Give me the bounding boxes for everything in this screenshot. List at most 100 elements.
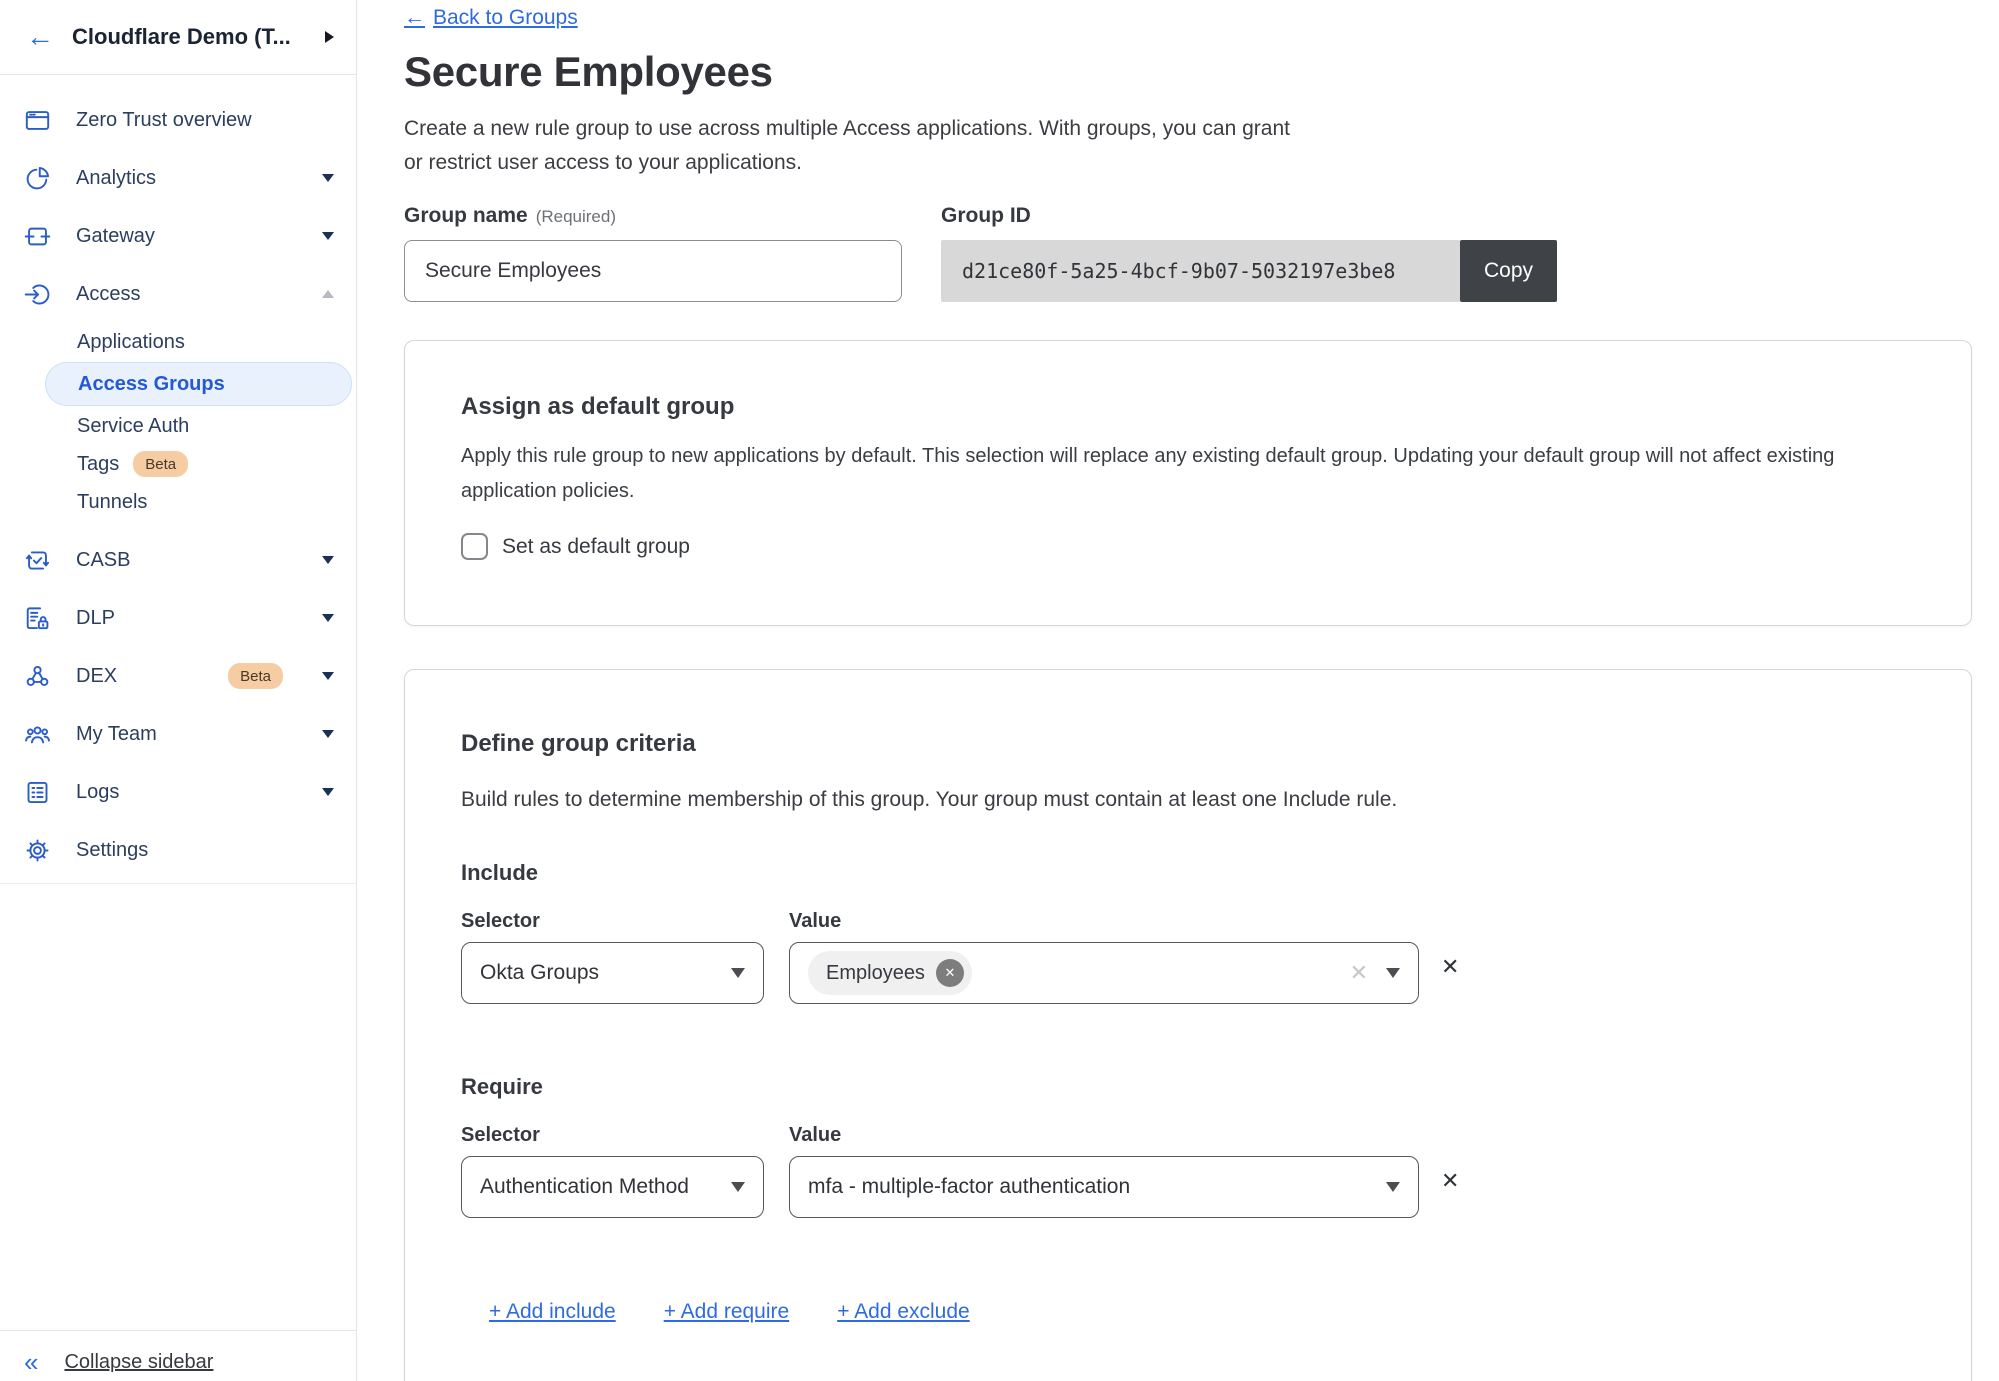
group-name-label: Group name: [404, 204, 528, 227]
value-chip: Employees ✕: [808, 951, 972, 995]
team-icon: [24, 721, 51, 748]
sidebar-item-label: Tunnels: [77, 491, 147, 514]
chevron-right-icon[interactable]: [325, 31, 334, 43]
double-chevron-left-icon: «: [24, 1349, 38, 1375]
include-selector-dropdown[interactable]: Okta Groups: [461, 942, 764, 1004]
sidebar-item-my-team[interactable]: My Team: [0, 705, 356, 763]
sidebar-header: ← Cloudflare Demo (T...: [0, 0, 356, 75]
sidebar-item-label: DEX: [76, 665, 203, 688]
default-group-description-line: Apply this rule group to new application…: [461, 439, 1915, 474]
add-exclude-link[interactable]: + Add exclude: [837, 1300, 970, 1324]
require-rule-row: Authentication Method mfa - multiple-fac…: [461, 1156, 1915, 1218]
sidebar-item-gateway[interactable]: Gateway: [0, 207, 356, 265]
sidebar-item-logs[interactable]: Logs: [0, 763, 356, 821]
copy-button[interactable]: Copy: [1460, 240, 1557, 302]
add-include-link[interactable]: + Add include: [489, 1300, 616, 1324]
sidebar-item-label: Service Auth: [77, 415, 189, 438]
sidebar: ← Cloudflare Demo (T... Zero Trust overv…: [0, 0, 357, 1381]
back-arrow-icon[interactable]: ←: [26, 23, 54, 51]
sidebar-item-label: DLP: [76, 607, 297, 630]
remove-include-rule-icon[interactable]: ✕: [1441, 954, 1459, 980]
nodes-cluster-icon: [24, 663, 51, 690]
window-icon: [24, 107, 51, 134]
include-heading: Include: [461, 860, 1915, 886]
sidebar-item-access-groups[interactable]: Access Groups: [45, 362, 352, 406]
chevron-down-icon: [731, 968, 745, 978]
chevron-down-icon: [1386, 1182, 1400, 1192]
chip-remove-icon[interactable]: ✕: [936, 959, 964, 987]
back-to-groups-link[interactable]: ← Back to Groups: [404, 6, 578, 30]
require-heading: Require: [461, 1074, 1915, 1100]
require-selector-dropdown[interactable]: Authentication Method: [461, 1156, 764, 1218]
access-sub-list: Applications Access Groups Service Auth …: [0, 323, 356, 521]
sidebar-item-label: My Team: [76, 723, 297, 746]
sidebar-item-analytics[interactable]: Analytics: [0, 149, 356, 207]
require-selector-label: Selector: [461, 1124, 789, 1147]
sidebar-item-service-auth[interactable]: Service Auth: [0, 407, 356, 445]
main-content: ← Back to Groups Secure Employees Create…: [357, 0, 1999, 1381]
sidebar-item-tags[interactable]: Tags Beta: [0, 445, 356, 483]
sidebar-item-label: CASB: [76, 549, 297, 572]
chevron-down-icon: [322, 672, 334, 680]
group-form-row: Group name (Required) Group ID d21ce80f-5…: [404, 204, 1972, 302]
sidebar-item-tunnels[interactable]: Tunnels: [0, 483, 356, 521]
chevron-down-icon: [322, 730, 334, 738]
value-chip-label: Employees: [826, 962, 925, 985]
require-value-label: Value: [789, 1124, 841, 1147]
group-id-value: d21ce80f-5a25-4bcf-9b07-5032197e3be8: [941, 240, 1460, 302]
sidebar-item-access[interactable]: Access: [0, 265, 356, 323]
sidebar-item-label: Tags: [77, 453, 119, 476]
chevron-up-icon: [322, 290, 334, 298]
pie-chart-icon: [24, 165, 51, 192]
default-group-card-title: Assign as default group: [461, 393, 1915, 421]
beta-badge: Beta: [133, 451, 188, 477]
sidebar-item-label: Access: [76, 283, 297, 306]
login-circle-icon: [24, 281, 51, 308]
sidebar-item-dex[interactable]: DEX Beta: [0, 647, 356, 705]
back-link-label: Back to Groups: [433, 6, 578, 30]
page-description: Create a new rule group to use across mu…: [404, 112, 1972, 180]
page-description-line: or restrict user access to your applicat…: [404, 146, 1972, 180]
sidebar-item-casb[interactable]: CASB: [0, 531, 356, 589]
sidebar-item-label: Settings: [76, 839, 334, 862]
document-lock-icon: [24, 605, 51, 632]
sidebar-item-applications[interactable]: Applications: [0, 323, 356, 361]
group-name-input[interactable]: [404, 240, 902, 302]
chevron-down-icon: [322, 614, 334, 622]
sidebar-divider: [0, 883, 356, 884]
criteria-card: Define group criteria Build rules to det…: [404, 669, 1972, 1381]
account-title: Cloudflare Demo (T...: [72, 24, 307, 50]
include-selector-value: Okta Groups: [480, 961, 599, 985]
include-value-multiselect[interactable]: Employees ✕ ✕: [789, 942, 1419, 1004]
default-group-description-line: application policies.: [461, 474, 1915, 509]
gear-icon: [24, 837, 51, 864]
sidebar-item-label: Analytics: [76, 167, 297, 190]
default-group-card-description: Apply this rule group to new application…: [461, 439, 1915, 509]
add-require-link[interactable]: + Add require: [664, 1300, 790, 1324]
page-title: Secure Employees: [404, 48, 1972, 96]
include-value-label: Value: [789, 910, 841, 933]
chevron-down-icon: [322, 174, 334, 182]
group-id-label: Group ID: [941, 204, 1031, 227]
sidebar-item-dlp[interactable]: DLP: [0, 589, 356, 647]
group-name-field-block: Group name (Required): [404, 204, 902, 302]
beta-badge: Beta: [228, 663, 283, 689]
sidebar-item-zero-trust-overview[interactable]: Zero Trust overview: [0, 91, 356, 149]
clear-value-icon[interactable]: ✕: [1350, 960, 1368, 986]
remove-require-rule-icon[interactable]: ✕: [1441, 1168, 1459, 1194]
sidebar-item-settings[interactable]: Settings: [0, 821, 356, 879]
require-label-row: Selector Value: [461, 1124, 1915, 1147]
gateway-icon: [24, 223, 51, 250]
chevron-down-icon: [322, 556, 334, 564]
require-value-dropdown[interactable]: mfa - multiple-factor authentication: [789, 1156, 1419, 1218]
sidebar-item-label: Applications: [77, 331, 185, 354]
sidebar-item-label: Gateway: [76, 225, 297, 248]
required-note: (Required): [536, 207, 616, 226]
include-label-row: Selector Value: [461, 910, 1915, 933]
chevron-down-icon: [322, 232, 334, 240]
set-default-group-checkbox[interactable]: [461, 533, 488, 560]
sidebar-item-label: Access Groups: [78, 373, 225, 396]
collapse-sidebar-button[interactable]: « Collapse sidebar: [0, 1330, 356, 1381]
criteria-card-description: Build rules to determine membership of t…: [461, 788, 1915, 812]
page-description-line: Create a new rule group to use across mu…: [404, 112, 1972, 146]
